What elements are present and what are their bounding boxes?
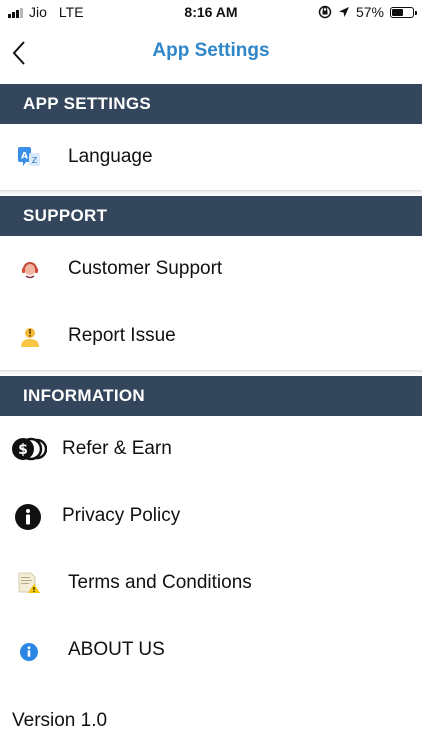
orientation-lock-icon bbox=[318, 5, 332, 19]
report-issue-item[interactable]: Report Issue bbox=[0, 303, 422, 369]
status-right: 57% bbox=[318, 4, 417, 20]
terms-conditions-item[interactable]: Terms and Conditions bbox=[0, 550, 422, 616]
document-warning-icon bbox=[18, 572, 40, 593]
privacy-policy-item[interactable]: Privacy Policy bbox=[0, 483, 422, 549]
section-header-support: SUPPORT bbox=[0, 196, 422, 236]
terms-conditions-label: Terms and Conditions bbox=[68, 572, 252, 593]
info-icon bbox=[15, 504, 41, 530]
refer-earn-item[interactable]: $ Refer & Earn bbox=[0, 416, 422, 482]
report-issue-label: Report Issue bbox=[68, 325, 176, 346]
privacy-policy-label: Privacy Policy bbox=[62, 505, 181, 526]
navigation-bar: App Settings bbox=[0, 24, 422, 84]
language-item[interactable]: A Z Language bbox=[0, 124, 422, 190]
translate-icon: A Z bbox=[18, 147, 40, 166]
report-user-icon bbox=[21, 328, 39, 347]
section-header-app-settings: APP SETTINGS bbox=[0, 84, 422, 124]
info-circle-blue-icon bbox=[20, 643, 38, 661]
status-bar: Jio LTE 8:16 AM 57% bbox=[0, 0, 422, 24]
version-text: Version 1.0 bbox=[12, 710, 108, 731]
svg-text:Z: Z bbox=[32, 156, 38, 165]
headset-icon bbox=[22, 262, 38, 279]
page-title: App Settings bbox=[152, 40, 270, 61]
location-arrow-icon bbox=[338, 7, 349, 17]
about-us-label: ABOUT US bbox=[68, 639, 165, 660]
section-header-information: INFORMATION bbox=[0, 376, 422, 416]
about-us-item[interactable]: ABOUT US bbox=[0, 617, 422, 683]
refer-earn-label: Refer & Earn bbox=[62, 438, 172, 459]
svg-text:A: A bbox=[21, 152, 28, 162]
battery-percent: 57% bbox=[355, 4, 384, 20]
language-label: Language bbox=[68, 146, 153, 167]
dollar-coins-icon: $ bbox=[12, 437, 47, 461]
svg-text:$: $ bbox=[18, 442, 28, 458]
customer-support-label: Customer Support bbox=[68, 258, 223, 279]
battery-icon bbox=[390, 6, 417, 18]
customer-support-item[interactable]: Customer Support bbox=[0, 236, 422, 302]
